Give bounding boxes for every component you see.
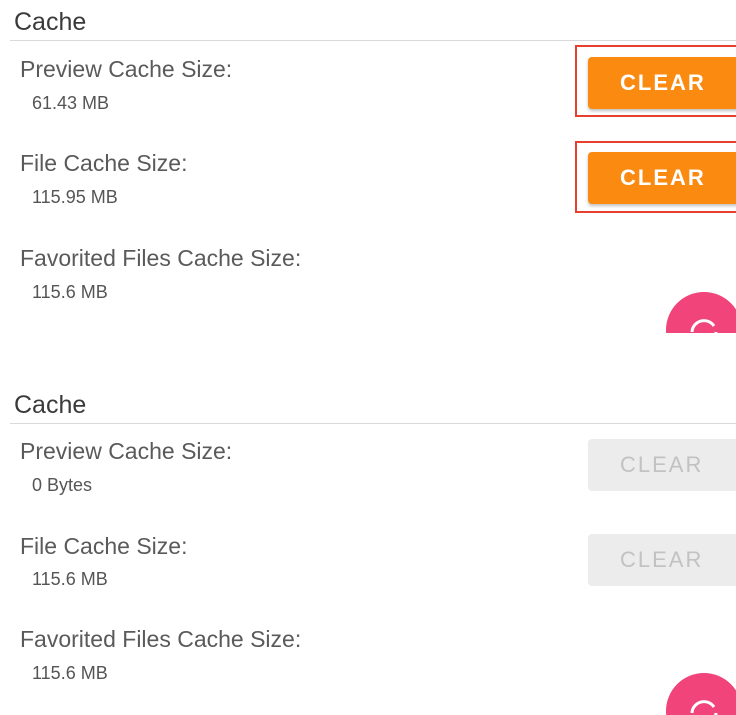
section-title-cache: Cache: [14, 391, 87, 419]
clear-file-cache-button[interactable]: CLEAR: [588, 152, 736, 204]
section-divider: [10, 423, 736, 424]
file-cache-label: File Cache Size:: [20, 533, 188, 559]
sync-icon: [690, 319, 718, 333]
favorited-cache-label: Favorited Files Cache Size:: [20, 626, 302, 652]
fab-sync-button[interactable]: [666, 673, 736, 715]
sync-icon: [690, 700, 718, 715]
clear-preview-cache-button[interactable]: CLEAR: [588, 57, 736, 109]
cache-panel-before: Cache Preview Cache Size: 61.43 MB CLEAR…: [0, 0, 736, 333]
preview-cache-label: Preview Cache Size:: [20, 438, 233, 464]
favorited-cache-label: Favorited Files Cache Size:: [20, 245, 302, 271]
section-title-cache: Cache: [14, 8, 87, 36]
favorited-cache-value: 115.6 MB: [32, 282, 108, 302]
preview-cache-value: 0 Bytes: [32, 475, 93, 495]
file-cache-label: File Cache Size:: [20, 150, 188, 176]
fab-sync-button[interactable]: [666, 292, 736, 333]
cache-panel-after: Cache Preview Cache Size: 0 Bytes CLEAR …: [0, 366, 736, 715]
favorited-cache-value: 115.6 MB: [32, 663, 108, 683]
file-cache-value: 115.95 MB: [32, 187, 118, 207]
file-cache-value: 115.6 MB: [32, 569, 108, 589]
preview-cache-label: Preview Cache Size:: [20, 56, 233, 82]
preview-cache-value: 61.43 MB: [32, 93, 110, 113]
clear-preview-cache-button[interactable]: CLEAR: [588, 439, 736, 491]
section-divider: [10, 40, 736, 41]
clear-file-cache-button[interactable]: CLEAR: [588, 534, 736, 586]
